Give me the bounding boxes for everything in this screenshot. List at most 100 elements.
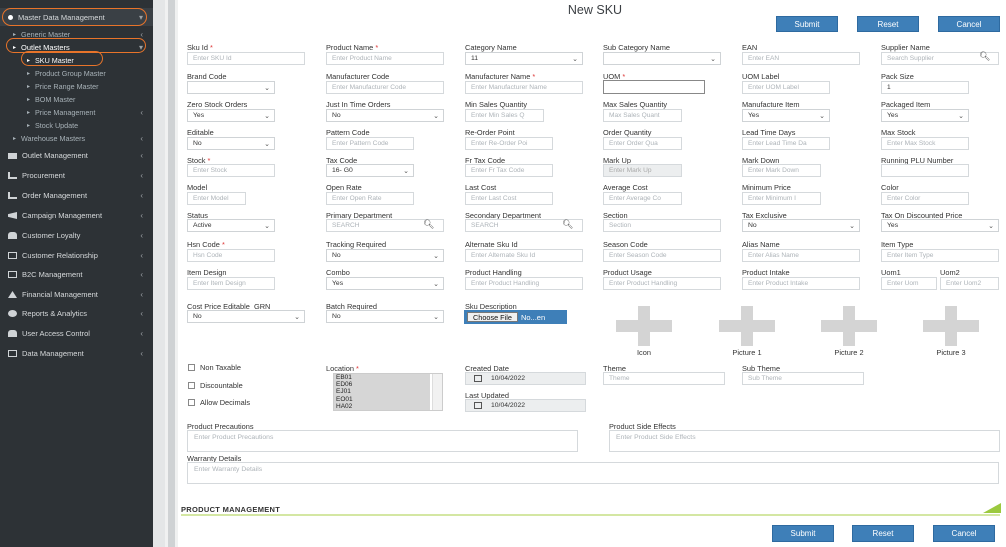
cancel-button[interactable]: Cancel bbox=[938, 16, 1000, 32]
batch-required-select[interactable]: No ⌄ bbox=[326, 310, 444, 323]
brand-code-select[interactable]: ⌄ bbox=[187, 81, 275, 94]
submit-button-bottom[interactable]: Submit bbox=[772, 525, 834, 542]
search-icon[interactable]: 🔍︎ bbox=[979, 51, 990, 62]
sub-category-select[interactable]: ⌄ bbox=[603, 52, 721, 65]
open-rate-input[interactable]: Enter Open Rate bbox=[326, 192, 414, 205]
alias-name-input[interactable]: Enter Alias Name bbox=[742, 249, 860, 262]
choose-file-button[interactable]: Choose File bbox=[467, 312, 518, 322]
item-type-input[interactable]: Enter Item Type bbox=[881, 249, 999, 262]
product-management-header[interactable]: PRODUCT MANAGEMENT bbox=[181, 505, 280, 514]
product-side-effects-textarea[interactable]: Enter Product Side Effects bbox=[609, 430, 1000, 452]
list-item[interactable]: ED06 bbox=[334, 381, 430, 388]
running-plu-input[interactable] bbox=[881, 164, 969, 177]
color-input[interactable]: Enter Color bbox=[881, 192, 969, 205]
sidebar-item-procurement[interactable]: Procurement ‹ bbox=[0, 166, 153, 185]
uom2-input[interactable]: Enter Uom2 bbox=[940, 277, 999, 290]
discountable-checkbox[interactable] bbox=[188, 382, 195, 389]
mark-up-input[interactable]: Enter Mark Up bbox=[603, 164, 682, 177]
pattern-code-input[interactable]: Enter Pattern Code bbox=[326, 137, 414, 150]
packaged-item-select[interactable]: Yes ⌄ bbox=[881, 109, 969, 122]
reset-button[interactable]: Reset bbox=[857, 16, 919, 32]
reset-button-bottom[interactable]: Reset bbox=[852, 525, 914, 542]
ean-input[interactable]: Enter EAN bbox=[742, 52, 860, 65]
sidebar-item-access[interactable]: User Access Control ‹ bbox=[0, 324, 153, 343]
manufacturer-code-label: Manufacturer Code bbox=[326, 72, 390, 81]
search-icon[interactable]: 🔍︎ bbox=[562, 219, 573, 230]
minimum-price-input[interactable]: Enter Minimum I bbox=[742, 192, 821, 205]
tax-code-select[interactable]: 16- G0 ⌄ bbox=[326, 164, 414, 177]
stock-input[interactable]: Enter Stock bbox=[187, 164, 275, 177]
sub-theme-input[interactable]: Sub Theme bbox=[742, 372, 864, 385]
mark-down-input[interactable]: Enter Mark Down bbox=[742, 164, 821, 177]
theme-input[interactable]: Theme bbox=[603, 372, 725, 385]
list-item[interactable]: EB01 bbox=[334, 374, 430, 381]
order-quantity-input[interactable]: Enter Order Qua bbox=[603, 137, 682, 150]
sidebar-item-order-management[interactable]: Order Management ‹ bbox=[0, 186, 153, 205]
status-select[interactable]: Active ⌄ bbox=[187, 219, 275, 232]
location-multiselect[interactable]: EB01 ED06 EJ01 EO01 HA02 bbox=[333, 373, 443, 411]
min-sales-input[interactable]: Enter Min Sales Q bbox=[465, 109, 544, 122]
last-cost-input[interactable]: Enter Last Cost bbox=[465, 192, 553, 205]
file-upload[interactable]: Choose File No...en bbox=[464, 310, 567, 324]
sidebar-item-loyalty[interactable]: Customer Loyalty ‹ bbox=[0, 226, 153, 245]
sidebar-item-data-management[interactable]: Data Management ‹ bbox=[0, 344, 153, 363]
model-input[interactable]: Enter Model bbox=[187, 192, 246, 205]
tracking-required-select[interactable]: No ⌄ bbox=[326, 249, 444, 262]
sidebar-item-outlet-management[interactable]: Outlet Management ‹ bbox=[0, 146, 153, 165]
uom-label-input[interactable]: Enter UOM Label bbox=[742, 81, 830, 94]
product-usage-input[interactable]: Enter Product Handling bbox=[603, 277, 721, 290]
list-item[interactable]: EO01 bbox=[334, 396, 430, 403]
cost-price-editable-select[interactable]: No ⌄ bbox=[187, 310, 305, 323]
manufacturer-name-input[interactable]: Enter Manufacturer Name bbox=[465, 81, 583, 94]
uom-input[interactable] bbox=[603, 80, 705, 94]
average-cost-input[interactable]: Enter Average Co bbox=[603, 192, 682, 205]
sidebar-item-b2c[interactable]: B2C Management ‹ bbox=[0, 265, 153, 284]
users-icon bbox=[8, 232, 17, 239]
scrollbar-thumb[interactable] bbox=[168, 0, 175, 547]
allow-decimals-checkbox[interactable] bbox=[188, 399, 195, 406]
tax-discounted-select[interactable]: Yes ⌄ bbox=[881, 219, 999, 232]
pack-size-input[interactable]: 1 bbox=[881, 81, 969, 94]
submit-button[interactable]: Submit bbox=[776, 16, 838, 32]
tax-exclusive-select[interactable]: No ⌄ bbox=[742, 219, 860, 232]
list-item[interactable]: EJ01 bbox=[334, 388, 430, 395]
alternate-sku-input[interactable]: Enter Alternate Sku Id bbox=[465, 249, 583, 262]
combo-select[interactable]: Yes ⌄ bbox=[326, 277, 444, 290]
lead-time-input[interactable]: Enter Lead Time Da bbox=[742, 137, 830, 150]
sidebar-item-reports[interactable]: Reports & Analytics ‹ bbox=[0, 304, 153, 323]
list-scrollbar[interactable] bbox=[432, 374, 442, 410]
just-in-time-select[interactable]: No ⌄ bbox=[326, 109, 444, 122]
warranty-details-textarea[interactable]: Enter Warranty Details bbox=[187, 462, 999, 484]
list-item[interactable]: HA02 bbox=[334, 403, 430, 410]
max-stock-input[interactable]: Enter Max Stock bbox=[881, 137, 969, 150]
uom1-input[interactable]: Enter Uom bbox=[881, 277, 937, 290]
picture1-upload-plus-icon[interactable] bbox=[719, 306, 775, 346]
sidebar-item-crm[interactable]: Customer Relationship ‹ bbox=[0, 246, 153, 265]
sidebar-item-financial[interactable]: Financial Management ‹ bbox=[0, 285, 153, 304]
item-design-input[interactable]: Enter Item Design bbox=[187, 277, 275, 290]
product-intake-input[interactable]: Enter Product Intake bbox=[742, 277, 860, 290]
hsn-code-input[interactable]: Hsn Code bbox=[187, 249, 275, 262]
section-input[interactable]: Section bbox=[603, 219, 721, 232]
picture3-upload-plus-icon[interactable] bbox=[923, 306, 979, 346]
fr-tax-code-input[interactable]: Enter Fr Tax Code bbox=[465, 164, 553, 177]
product-handling-input[interactable]: Enter Product Handling bbox=[465, 277, 583, 290]
non-taxable-checkbox[interactable] bbox=[188, 364, 195, 371]
icon-upload-plus-icon[interactable] bbox=[616, 306, 672, 346]
zero-stock-select[interactable]: Yes ⌄ bbox=[187, 109, 275, 122]
max-sales-input[interactable]: Max Sales Quant bbox=[603, 109, 682, 122]
product-precautions-textarea[interactable]: Enter Product Precautions bbox=[187, 430, 578, 452]
uom2-label: Uom2 bbox=[940, 268, 960, 277]
search-icon[interactable]: 🔍︎ bbox=[423, 219, 434, 230]
picture2-upload-plus-icon[interactable] bbox=[821, 306, 877, 346]
reorder-point-input[interactable]: Enter Re-Order Poi bbox=[465, 137, 553, 150]
manufacture-item-select[interactable]: Yes ⌄ bbox=[742, 109, 830, 122]
cancel-button-bottom[interactable]: Cancel bbox=[933, 525, 995, 542]
product-name-input[interactable]: Enter Product Name bbox=[326, 52, 444, 65]
manufacturer-code-input[interactable]: Enter Manufacturer Code bbox=[326, 81, 444, 94]
season-code-input[interactable]: Enter Season Code bbox=[603, 249, 721, 262]
category-select[interactable]: 11 ⌄ bbox=[465, 52, 583, 65]
sidebar-item-campaign[interactable]: Campaign Management ‹ bbox=[0, 206, 153, 225]
editable-select[interactable]: No ⌄ bbox=[187, 137, 275, 150]
sku-id-input[interactable]: Enter SKU Id bbox=[187, 52, 305, 65]
